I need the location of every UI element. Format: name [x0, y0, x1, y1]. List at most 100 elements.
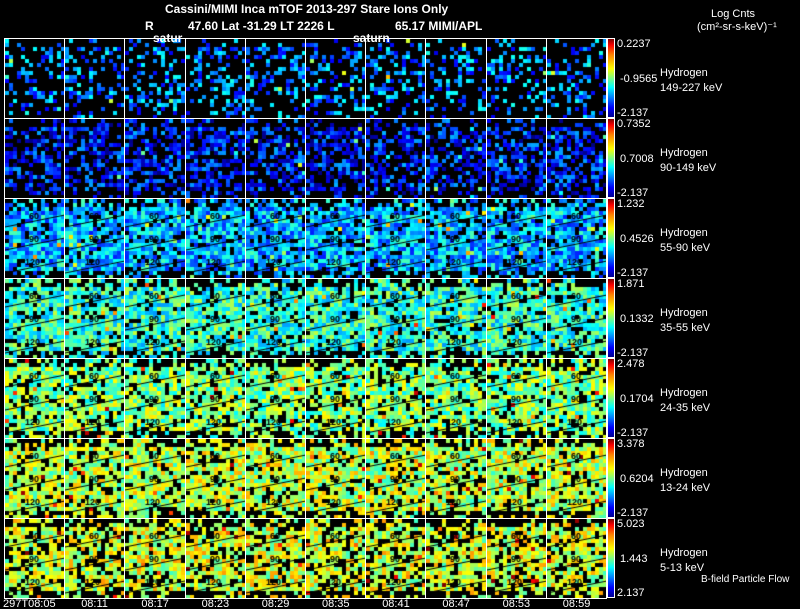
colorbar-max-label: 1.871 — [617, 278, 645, 290]
pixel-map — [306, 279, 366, 358]
pixel-map — [125, 439, 185, 518]
ena-image-cell — [244, 38, 306, 119]
pixel-map — [486, 359, 546, 438]
pixel-map — [125, 199, 185, 278]
colorbar — [607, 278, 615, 358]
energy-channel-label: Hydrogen 149-227 keV — [660, 66, 722, 96]
energy-range-label: 90-149 keV — [660, 162, 717, 174]
ena-image-cell — [244, 118, 306, 199]
ena-image-cell — [305, 438, 367, 519]
pixel-map — [65, 359, 125, 438]
time-tick-label: 08:47 — [442, 598, 470, 609]
ena-image-cell — [545, 38, 607, 119]
pixel-map — [65, 39, 125, 118]
colorbar-mid-label: 0.1332 — [620, 313, 654, 325]
ena-image-cell — [425, 118, 487, 199]
time-tick-label: 08:17 — [141, 598, 169, 609]
colorbar-max-label: 0.7352 — [617, 118, 651, 130]
pixel-map — [486, 119, 546, 198]
colorbar — [607, 358, 615, 438]
ena-image-cell — [4, 278, 66, 359]
pixel-map — [426, 39, 486, 118]
time-tick-label: 08:23 — [201, 598, 230, 609]
colorbar — [607, 518, 615, 598]
ena-image-cell — [545, 358, 607, 439]
ena-image-cell — [365, 438, 427, 519]
ena-image-cell — [124, 198, 186, 279]
ena-image-cell — [485, 38, 547, 119]
pixel-map — [426, 519, 486, 598]
time-tick-label: 08:35 — [322, 598, 350, 609]
pixel-map — [185, 439, 245, 518]
ena-image-cell — [184, 118, 246, 199]
ena-image-cell — [64, 518, 126, 599]
ena-image-cell — [124, 38, 186, 119]
plot-title: Cassini/MIMI Inca mTOF 2013-297 Stare Io… — [165, 2, 449, 16]
ena-image-cell — [485, 438, 547, 519]
ena-image-cell — [64, 438, 126, 519]
time-tick-label: 08:59 — [562, 598, 591, 609]
energy-range-label: 149-227 keV — [660, 82, 723, 94]
ena-image-cell — [425, 358, 487, 439]
ena-image-cell — [244, 438, 306, 519]
pixel-map — [5, 359, 65, 438]
ena-image-cell — [124, 278, 186, 359]
ena-image-cell — [365, 518, 427, 599]
bfield-note: B-field Particle Flow — [701, 574, 790, 585]
colorbar-mid-label: 0.1704 — [620, 393, 654, 405]
energy-channel-label: Hydrogen 90-149 keV — [660, 146, 716, 176]
species-label: Hydrogen — [660, 227, 708, 239]
ena-image-cell — [485, 198, 547, 279]
ena-image-cell — [365, 358, 427, 439]
ena-image-cell — [64, 38, 126, 119]
ena-image-cell — [64, 198, 126, 279]
ena-image-cell — [425, 518, 487, 599]
pixel-map — [546, 439, 606, 518]
ena-image-cell — [545, 438, 607, 519]
time-tick-label: 08:29 — [261, 598, 290, 609]
image-grid — [4, 38, 607, 599]
pixel-map — [65, 519, 125, 598]
energy-range-label: 55-90 keV — [660, 242, 711, 254]
pixel-map — [65, 279, 125, 358]
ena-image-cell — [425, 198, 487, 279]
ena-image-cell — [4, 438, 66, 519]
ena-image-cell — [425, 38, 487, 119]
position-readout: 47.60 Lat -31.29 LT 2226 L — [188, 19, 335, 33]
pixel-map — [366, 439, 426, 518]
ena-image-cell — [305, 358, 367, 439]
pixel-map — [185, 199, 245, 278]
species-label: Hydrogen — [660, 467, 708, 479]
colorbar-min-label: 2.137 — [617, 587, 645, 599]
ena-image-cell — [184, 358, 246, 439]
species-label: Hydrogen — [660, 387, 708, 399]
energy-channel-label: Hydrogen 13-24 keV — [660, 466, 710, 496]
ena-image-cell — [365, 38, 427, 119]
pixel-map — [426, 119, 486, 198]
ena-image-cell — [425, 278, 487, 359]
pixel-map — [366, 39, 426, 118]
pixel-map — [5, 119, 65, 198]
ena-image-cell — [305, 38, 367, 119]
colorbar-mid-label: 0.4526 — [620, 233, 654, 245]
energy-range-label: 35-55 keV — [660, 322, 711, 334]
ena-image-cell — [365, 118, 427, 199]
pixel-map — [306, 439, 366, 518]
l-value-readout: 65.17 MIMI/APL — [395, 19, 483, 33]
pixel-map — [546, 519, 606, 598]
pixel-map — [245, 519, 305, 598]
ena-image-cell — [365, 198, 427, 279]
ena-image-cell — [244, 518, 306, 599]
colorbar-mid-label: 0.7008 — [620, 153, 654, 165]
ena-image-cell — [305, 118, 367, 199]
pixel-map — [125, 279, 185, 358]
pixel-map — [546, 119, 606, 198]
ena-image-cell — [545, 198, 607, 279]
pixel-map — [366, 279, 426, 358]
colorbar-mid-label: 1.443 — [620, 553, 648, 565]
colorbar-max-label: 3.378 — [617, 438, 645, 450]
ena-image-cell — [305, 278, 367, 359]
colorbar-max-label: 1.232 — [617, 198, 645, 210]
time-tick-label: 297T08:05 — [3, 598, 56, 609]
pixel-map — [65, 119, 125, 198]
